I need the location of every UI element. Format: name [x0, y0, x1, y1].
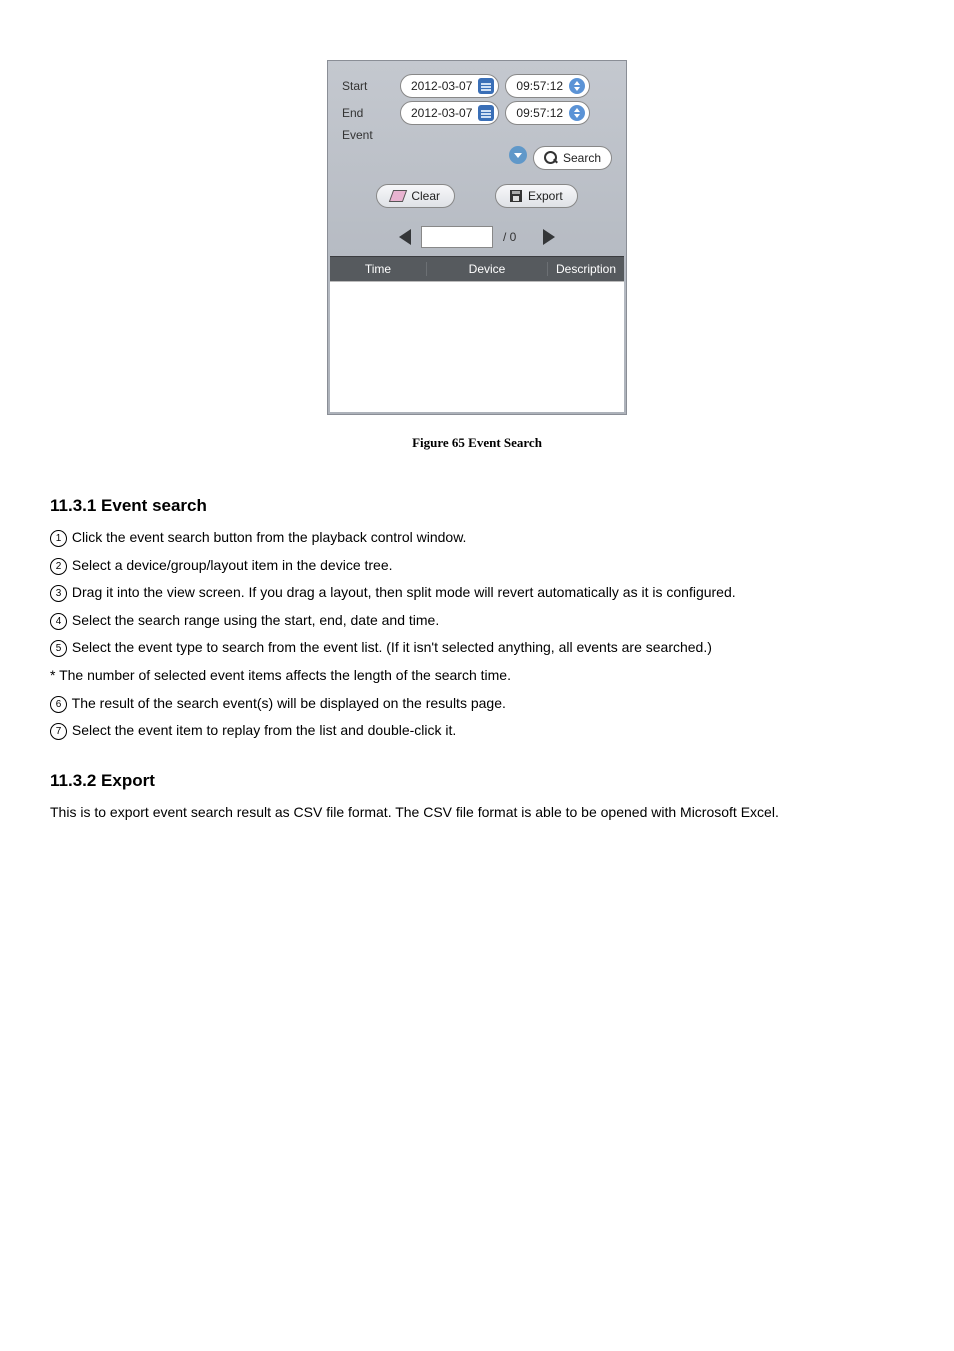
step-1: 1 Click the event search button from the…: [50, 528, 904, 548]
event-controls: Search: [342, 146, 612, 170]
step-num: 2: [50, 558, 67, 575]
page-next-button[interactable]: [543, 229, 555, 245]
start-time-input[interactable]: 09:57:12: [505, 74, 590, 98]
step-4: 4 Select the search range using the star…: [50, 611, 904, 631]
chevron-down-icon: [514, 153, 522, 158]
step-text: Click the event search button from the p…: [68, 529, 466, 545]
end-time-input[interactable]: 09:57:12: [505, 101, 590, 125]
column-device: Device: [427, 262, 548, 276]
start-label: Start: [342, 79, 400, 93]
event-dropdown-button[interactable]: [509, 146, 527, 164]
step-6: 6 The result of the search event(s) will…: [50, 694, 904, 714]
end-time-value: 09:57:12: [516, 106, 563, 120]
figure-caption: Figure 65 Event Search: [50, 435, 904, 451]
spinner-icon[interactable]: [569, 105, 585, 121]
column-description: Description: [548, 262, 624, 276]
step-num: 7: [50, 723, 67, 740]
clear-button-label: Clear: [411, 189, 440, 203]
step-num: 3: [50, 585, 67, 602]
event-search-panel: Start 2012-03-07 09:57:12 End 2012-03-07…: [327, 60, 627, 415]
step-num: 4: [50, 613, 67, 630]
search-icon: [544, 151, 558, 165]
step-text: The result of the search event(s) will b…: [68, 695, 506, 711]
start-date-value: 2012-03-07: [411, 79, 472, 93]
page-total: / 0: [503, 230, 533, 244]
end-row: End 2012-03-07 09:57:12: [342, 101, 612, 125]
step-text: Select the event type to search from the…: [68, 639, 712, 655]
step-num: 5: [50, 640, 67, 657]
step-note: * The number of selected event items aff…: [50, 666, 904, 686]
start-date-input[interactable]: 2012-03-07: [400, 74, 499, 98]
event-label: Event: [342, 128, 400, 142]
calendar-icon[interactable]: [478, 105, 494, 121]
step-2: 2 Select a device/group/layout item in t…: [50, 556, 904, 576]
start-time-value: 09:57:12: [516, 79, 563, 93]
event-row: Event: [342, 128, 612, 142]
page-number-input[interactable]: [421, 226, 493, 248]
end-date-value: 2012-03-07: [411, 106, 472, 120]
search-button[interactable]: Search: [533, 146, 612, 170]
action-buttons-row: Clear Export: [330, 184, 624, 208]
heading-export: 11.3.2 Export: [50, 771, 904, 791]
end-date-input[interactable]: 2012-03-07: [400, 101, 499, 125]
page-prev-button[interactable]: [399, 229, 411, 245]
save-icon: [510, 190, 522, 202]
export-button[interactable]: Export: [495, 184, 578, 208]
eraser-icon: [389, 190, 407, 202]
step-num: 1: [50, 530, 67, 547]
start-row: Start 2012-03-07 09:57:12: [342, 74, 612, 98]
end-label: End: [342, 106, 400, 120]
spinner-icon[interactable]: [569, 78, 585, 94]
results-table-header: Time Device Description: [330, 256, 624, 281]
step-text: Select the search range using the start,…: [68, 612, 439, 628]
step-text: Select the event item to replay from the…: [68, 722, 456, 738]
export-button-label: Export: [528, 189, 563, 203]
calendar-icon[interactable]: [478, 78, 494, 94]
step-text: Select a device/group/layout item in the…: [68, 557, 393, 573]
results-table-body[interactable]: [330, 281, 624, 412]
export-body: This is to export event search result as…: [50, 803, 904, 823]
step-3: 3 Drag it into the view screen. If you d…: [50, 583, 904, 603]
step-7: 7 Select the event item to replay from t…: [50, 721, 904, 741]
step-text: Drag it into the view screen. If you dra…: [68, 584, 736, 600]
step-5: 5 Select the event type to search from t…: [50, 638, 904, 658]
clear-button[interactable]: Clear: [376, 184, 455, 208]
column-time: Time: [330, 262, 427, 276]
step-num: 6: [50, 696, 67, 713]
heading-event-search: 11.3.1 Event search: [50, 496, 904, 516]
search-button-label: Search: [563, 151, 601, 165]
pager: / 0: [342, 226, 612, 248]
